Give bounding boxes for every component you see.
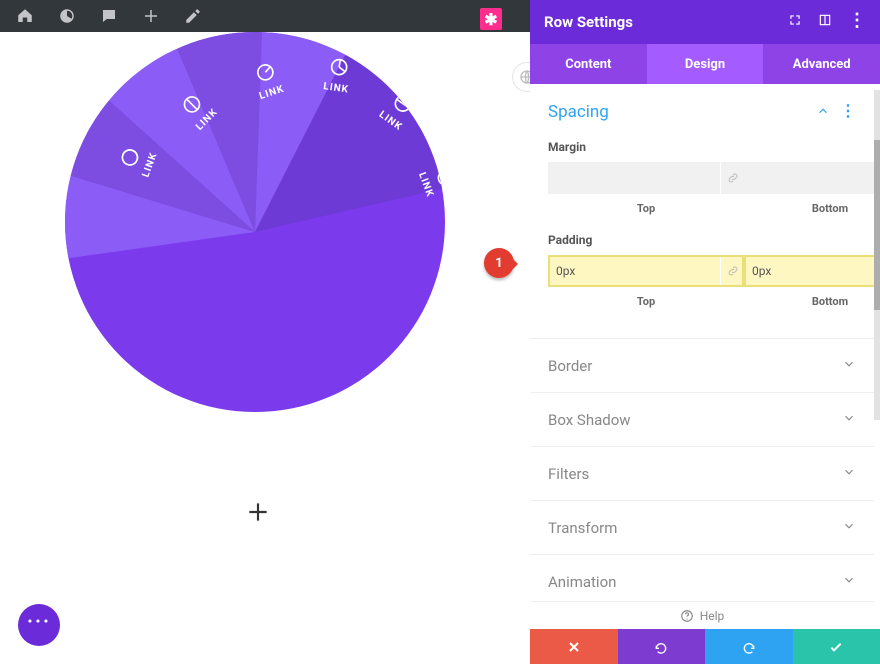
- section-title: Animation: [548, 573, 616, 591]
- section-title: Box Shadow: [548, 411, 631, 429]
- margin-bottom-input[interactable]: [744, 162, 874, 194]
- section-title: Transform: [548, 519, 617, 537]
- section-title: Filters: [548, 465, 589, 483]
- section-spacing: Spacing ⋮ Margin TopBottomLeftRight Padd…: [530, 84, 874, 318]
- section-box-shadow[interactable]: Box Shadow: [530, 392, 874, 446]
- section-spacing-header[interactable]: Spacing ⋮: [548, 102, 856, 122]
- save-button[interactable]: [793, 629, 880, 664]
- section-title: Border: [548, 357, 592, 375]
- chevron-down-icon: [842, 519, 856, 537]
- tab-advanced[interactable]: Advanced: [763, 44, 880, 84]
- link-values-icon[interactable]: [720, 162, 744, 194]
- builder-fab-label: ···: [27, 609, 51, 633]
- section-kebab-icon[interactable]: ⋮: [840, 101, 856, 120]
- settings-panel: Row Settings ⋮ Content Design Advanced S…: [530, 0, 880, 664]
- plus-icon[interactable]: [142, 7, 160, 25]
- wp-admin-bar: [0, 0, 530, 32]
- chevron-down-icon: [842, 465, 856, 483]
- builder-fab-button[interactable]: ···: [18, 604, 60, 646]
- annotation-number: 1: [484, 248, 514, 278]
- home-icon[interactable]: [16, 7, 34, 25]
- tab-content[interactable]: Content: [530, 44, 647, 84]
- margin-group: Margin TopBottomLeftRight: [548, 140, 856, 215]
- margin-top-input[interactable]: [548, 162, 744, 194]
- margin-label: Margin: [548, 140, 856, 154]
- radial-menu[interactable]: LINK LINK LINK LINK LINK LINK: [65, 32, 445, 412]
- padding-top-input[interactable]: [548, 255, 744, 287]
- panel-header: Row Settings ⋮: [530, 0, 880, 44]
- chevron-up-icon[interactable]: [816, 103, 830, 122]
- tab-advanced-label: Advanced: [793, 57, 851, 72]
- section-animation[interactable]: Animation: [530, 554, 874, 608]
- close-button[interactable]: [530, 629, 618, 664]
- undo-button[interactable]: [618, 629, 706, 664]
- tab-design[interactable]: Design: [647, 44, 764, 84]
- section-border[interactable]: Border: [530, 338, 874, 392]
- chevron-down-icon: [842, 357, 856, 375]
- pie-link-label: LINK: [416, 171, 435, 199]
- padding-bottom-field[interactable]: [744, 255, 874, 287]
- section-spacing-title: Spacing: [548, 102, 609, 122]
- help-icon: [680, 609, 694, 623]
- padding-label: Padding: [548, 233, 856, 247]
- help-label: Help: [700, 609, 725, 623]
- section-filters[interactable]: Filters: [530, 446, 874, 500]
- badge-asterisk-icon[interactable]: ✱: [480, 8, 502, 30]
- chevron-down-icon: [842, 411, 856, 429]
- padding-bottom-caption: Bottom: [744, 295, 874, 308]
- padding-bottom-input[interactable]: [744, 255, 874, 287]
- panel-title: Row Settings: [544, 13, 633, 31]
- badge-asterisk-label: ✱: [484, 10, 497, 29]
- tab-design-label: Design: [685, 57, 725, 72]
- comment-icon[interactable]: [100, 7, 118, 25]
- panel-tabs: Content Design Advanced: [530, 44, 880, 84]
- redo-button[interactable]: [705, 629, 793, 664]
- scrollbar-thumb[interactable]: [874, 140, 880, 310]
- panel-footer: [530, 629, 880, 664]
- chevron-down-icon: [842, 573, 856, 591]
- tab-content-label: Content: [565, 57, 611, 72]
- expand-icon[interactable]: [788, 12, 802, 33]
- link-values-icon[interactable]: [720, 255, 744, 287]
- padding-top-caption: Top: [548, 295, 744, 308]
- pie-link[interactable]: LINK: [323, 55, 354, 95]
- section-transform[interactable]: Transform: [530, 500, 874, 554]
- panel-body: Spacing ⋮ Margin TopBottomLeftRight Padd…: [530, 84, 874, 629]
- add-module-button[interactable]: [238, 492, 278, 532]
- margin-bottom-caption: Bottom: [744, 202, 874, 215]
- margin-top-field[interactable]: [548, 162, 720, 194]
- gauge-icon[interactable]: [58, 7, 76, 25]
- margin-bottom-field[interactable]: [744, 162, 874, 194]
- annotation-callout: 1: [484, 248, 526, 280]
- pencil-icon[interactable]: [184, 7, 202, 25]
- margin-top-caption: Top: [548, 202, 744, 215]
- padding-group: Padding TopBottomLeftRight: [548, 233, 856, 308]
- kebab-icon[interactable]: ⋮: [848, 10, 866, 31]
- help-row[interactable]: Help: [530, 601, 874, 629]
- editor-canvas: LINK LINK LINK LINK LINK LINK ···: [0, 32, 530, 664]
- grid-icon[interactable]: [818, 12, 832, 33]
- padding-top-field[interactable]: [548, 255, 720, 287]
